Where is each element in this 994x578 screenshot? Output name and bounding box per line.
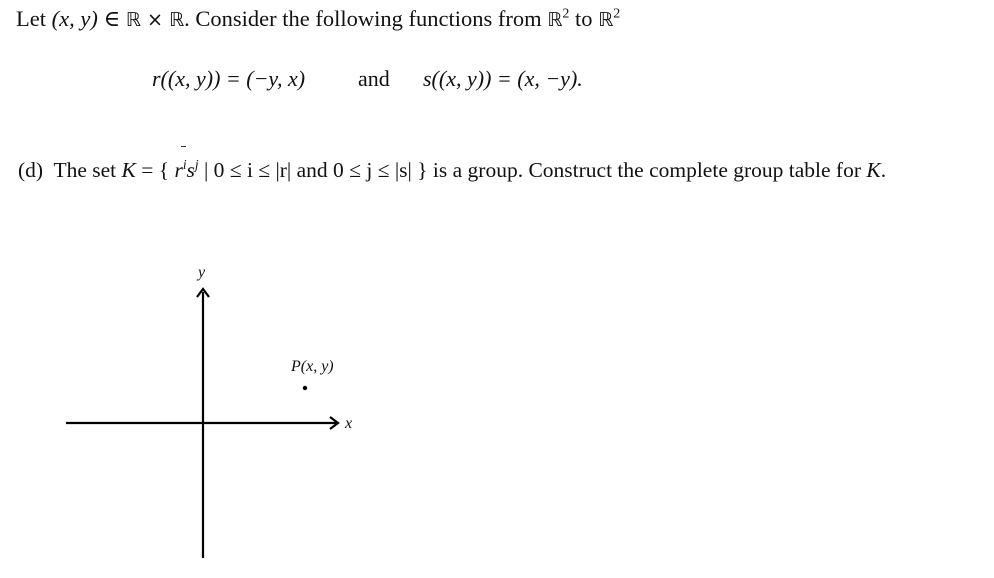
point-label: P(x, y): [290, 358, 334, 375]
y-axis-label: y: [196, 264, 206, 281]
point-p: [302, 385, 308, 391]
coordinate-diagram: x y P(x, y): [66, 264, 352, 558]
x-axis-label: x: [344, 415, 352, 432]
